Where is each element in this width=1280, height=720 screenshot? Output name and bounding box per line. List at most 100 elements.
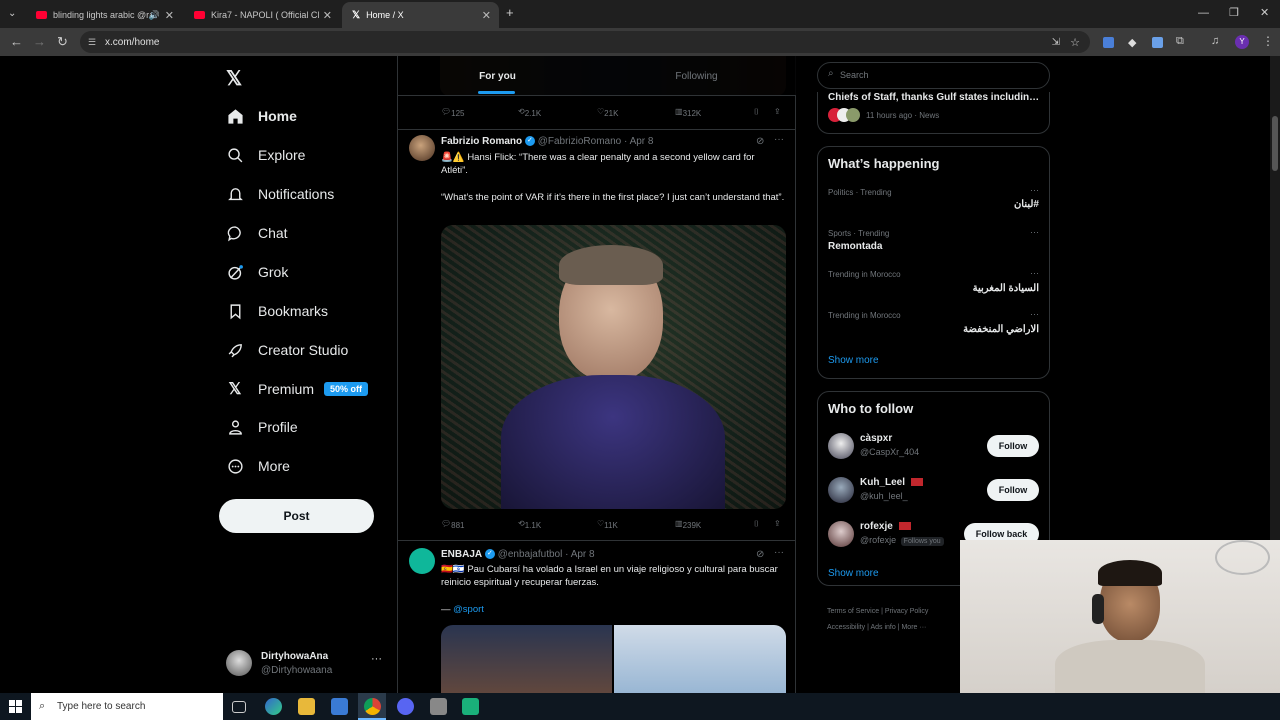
tweet-photo[interactable]: [441, 625, 612, 693]
extension-icon-2[interactable]: [1152, 37, 1163, 48]
tweet[interactable]: ENBAJA ✓ @enbajafutbol · Apr 8 ⊘ ··· 🇪🇸🇮…: [398, 541, 796, 693]
trend-item[interactable]: Trending in Morocco ··· الاراضي المنخفضة: [818, 309, 1049, 347]
new-tab-icon[interactable]: +: [506, 5, 514, 21]
avatar[interactable]: [409, 548, 435, 574]
tweet-more-icon[interactable]: ···: [774, 547, 784, 558]
grok-explain-icon[interactable]: ⊘: [756, 549, 764, 560]
address-bar: ← → ↻ ☰ x.com/home ⇲ ☆ ◆ ⧉ ♫ Y ⋮: [0, 28, 1280, 56]
trend-item[interactable]: Trending in Morocco ··· السيادة المغربية: [818, 268, 1049, 306]
follow-button[interactable]: Follow: [987, 435, 1039, 457]
share-button[interactable]: ⇪: [774, 107, 781, 116]
mention-link[interactable]: @sport: [453, 604, 484, 615]
bookmark-button[interactable]: ⌷: [754, 519, 759, 529]
tab-following[interactable]: Following: [597, 56, 796, 96]
show-more-link[interactable]: Show more: [828, 568, 879, 579]
trend-item[interactable]: Politics · Trending ··· #لبنان: [818, 185, 1049, 223]
reply-button[interactable]: 💬︎ 125: [441, 107, 465, 118]
news-headline[interactable]: Chiefs of Staff, thanks Gulf states incl…: [828, 92, 1043, 103]
tweet-photo-2[interactable]: [614, 625, 786, 693]
footer-links: Terms of Service | Privacy Policy Access…: [827, 608, 929, 631]
repost-button[interactable]: ⟲ 1.1K: [518, 519, 541, 530]
close-tab-icon[interactable]: ✕: [482, 9, 491, 22]
tweet-photo[interactable]: [441, 225, 786, 509]
bookmark-button[interactable]: ⌷: [754, 107, 759, 117]
windows-start-icon[interactable]: [9, 700, 22, 713]
share-button[interactable]: ⇪: [774, 519, 781, 528]
minimize-icon[interactable]: —: [1198, 5, 1209, 21]
avatar[interactable]: [409, 135, 435, 161]
suggested-user[interactable]: càspxr @CaspXr_404 Follow: [818, 430, 1049, 464]
browser-tab-1[interactable]: blinding lights arabic @rac 🔊 ✕: [26, 2, 182, 28]
chrome-icon[interactable]: [364, 698, 381, 715]
nav-home[interactable]: Home: [226, 101, 297, 131]
repost-button[interactable]: ⟲ 2.1K: [518, 107, 541, 118]
trend-item[interactable]: Sports · Trending ··· Remontada: [818, 227, 1049, 265]
trend-more-icon[interactable]: ···: [1030, 309, 1039, 319]
edge-icon[interactable]: [265, 698, 282, 715]
task-view-icon[interactable]: [232, 701, 246, 713]
tab-search-icon[interactable]: ⌄: [8, 6, 16, 22]
nav-profile[interactable]: Profile: [226, 412, 298, 442]
avatar: [226, 650, 252, 676]
tweet-header: Fabrizio Romano ✓ @FabrizioRomano · Apr …: [441, 136, 654, 147]
nav-chat[interactable]: Chat: [226, 218, 288, 248]
forward-icon[interactable]: →: [33, 34, 46, 50]
extension-icon[interactable]: ◆: [1128, 36, 1136, 49]
app-icon[interactable]: [430, 698, 447, 715]
app-icon-2[interactable]: [462, 698, 479, 715]
browser-tab-3[interactable]: 𝕏 Home / X ✕: [342, 2, 499, 28]
views-button[interactable]: ▥ 312K: [675, 107, 701, 118]
translate-icon[interactable]: [1103, 37, 1114, 48]
reply-button[interactable]: 💬︎ 881: [441, 519, 465, 530]
bookmark-star-icon[interactable]: ☆: [1070, 36, 1080, 49]
tweet-more-icon[interactable]: ···: [774, 134, 784, 145]
nav-notifications[interactable]: Notifications: [226, 179, 334, 209]
nav-bookmarks[interactable]: Bookmarks: [226, 296, 328, 326]
show-more-link[interactable]: Show more: [828, 355, 879, 366]
scrollbar-thumb[interactable]: [1272, 116, 1278, 171]
reload-icon[interactable]: ↻: [57, 34, 68, 50]
like-button[interactable]: ♡ 21K: [597, 107, 618, 118]
puzzle-icon[interactable]: ⧉: [1176, 35, 1184, 48]
trend-more-icon[interactable]: ···: [1030, 185, 1039, 195]
site-info-icon[interactable]: ☰: [88, 37, 96, 48]
views-button[interactable]: ▥ 239K: [675, 519, 701, 530]
trend-more-icon[interactable]: ···: [1030, 268, 1039, 278]
search-input[interactable]: ⌕ Search: [817, 62, 1050, 89]
back-icon[interactable]: ←: [10, 34, 23, 50]
nav-creator-studio[interactable]: Creator Studio: [226, 335, 348, 365]
grok-explain-icon[interactable]: ⊘: [756, 136, 764, 147]
account-more-icon[interactable]: ···: [371, 653, 382, 665]
file-explorer-icon[interactable]: [298, 698, 315, 715]
post-button[interactable]: Post: [219, 499, 374, 533]
browser-tab-2[interactable]: Kira7 - NAPOLI ( Official Clip ) ✕: [184, 2, 340, 28]
nav-premium[interactable]: 𝕏 Premium 50% off: [226, 374, 369, 404]
tweet[interactable]: Fabrizio Romano ✓ @FabrizioRomano · Apr …: [398, 130, 796, 530]
restore-icon[interactable]: ❐: [1229, 5, 1239, 21]
tab-for-you[interactable]: For you: [398, 56, 597, 96]
like-button[interactable]: ♡ 11K: [597, 519, 618, 530]
follow-button[interactable]: Follow: [987, 479, 1039, 501]
trend-more-icon[interactable]: ···: [1030, 227, 1039, 237]
suggested-user[interactable]: Kuh_Leel @kuh_leel_ Follow: [818, 474, 1049, 508]
profile-avatar[interactable]: Y: [1235, 35, 1249, 49]
install-icon[interactable]: ⇲: [1052, 37, 1060, 48]
media-icon[interactable]: ♫: [1211, 35, 1219, 47]
speaker-icon[interactable]: 🔊: [149, 10, 160, 21]
taskbar-search-input[interactable]: ⌕ Type here to search: [31, 693, 223, 720]
store-icon[interactable]: [331, 698, 348, 715]
nav-more[interactable]: More: [226, 451, 290, 481]
nav-explore[interactable]: Explore: [226, 140, 305, 170]
account-switcher[interactable]: DirtyhowaAna @Dirtyhowaana ···: [226, 647, 386, 679]
url-input[interactable]: ☰ x.com/home ⇲ ☆: [80, 31, 1090, 53]
close-tab-icon[interactable]: ✕: [323, 9, 332, 22]
discord-icon[interactable]: [397, 698, 414, 715]
nav-grok[interactable]: Grok: [226, 257, 288, 287]
close-window-icon[interactable]: ✕: [1260, 5, 1269, 21]
x-logo-icon[interactable]: 𝕏: [226, 66, 242, 91]
tweet-actions: 💬︎ 881 ⟲ 1.1K ♡ 11K ▥ 239K ⌷ ⇪: [441, 517, 786, 533]
menu-icon[interactable]: ⋮: [1262, 34, 1274, 48]
tweet-header: ENBAJA ✓ @enbajafutbol · Apr 8: [441, 549, 595, 560]
photo-person-hair: [559, 245, 663, 285]
close-tab-icon[interactable]: ✕: [165, 9, 174, 22]
